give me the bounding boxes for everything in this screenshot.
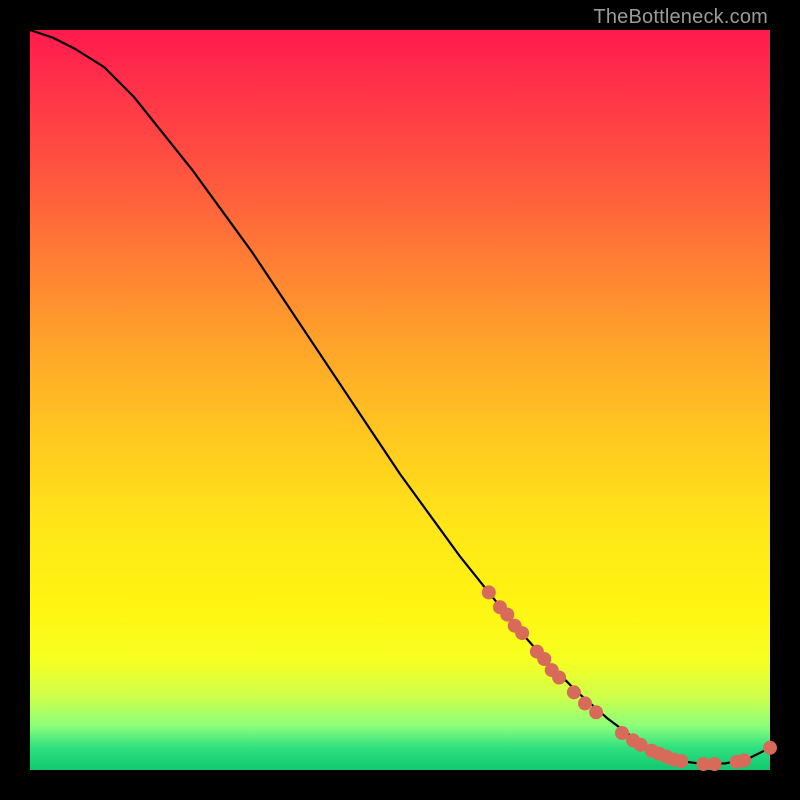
scatter-points (482, 585, 777, 771)
scatter-point (763, 741, 777, 755)
scatter-point (515, 626, 529, 640)
scatter-point (589, 705, 603, 719)
scatter-point (674, 754, 688, 768)
scatter-point (567, 685, 581, 699)
scatter-point (552, 671, 566, 685)
chart-stage: TheBottleneck.com (0, 0, 800, 800)
scatter-point (708, 757, 722, 771)
scatter-point (482, 585, 496, 599)
scatter-point (737, 753, 751, 767)
scatter-point (578, 696, 592, 710)
attribution-label: TheBottleneck.com (593, 6, 768, 29)
bottleneck-curve (30, 30, 770, 764)
chart-overlay (30, 30, 770, 770)
